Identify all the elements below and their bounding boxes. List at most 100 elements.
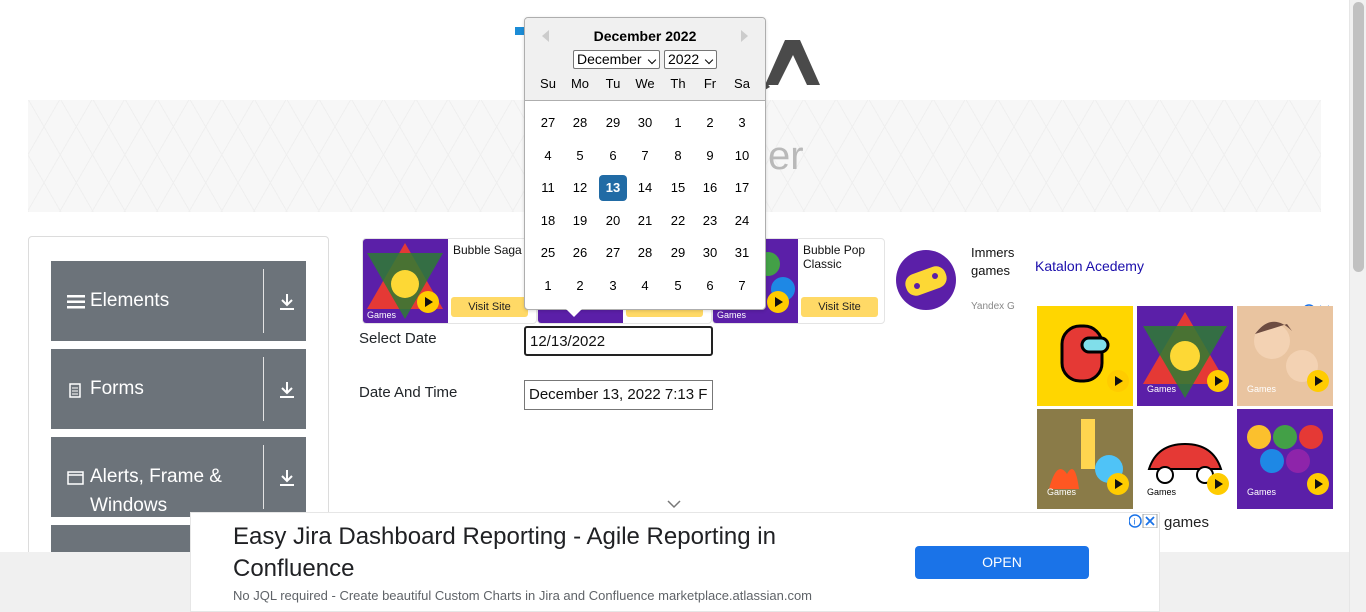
calendar-day[interactable]: 9 [696,143,724,169]
game-tile[interactable]: Games [1237,409,1333,509]
play-icon [767,291,789,313]
hamburger-icon [67,295,85,309]
calendar-day[interactable]: 2 [566,273,594,299]
nav-group-elements[interactable]: Elements [51,261,306,341]
calendar-day[interactable]: 19 [566,208,594,234]
calendar-day[interactable]: 27 [599,240,627,266]
calendar-day[interactable]: 20 [599,208,627,234]
month-select[interactable]: December [573,50,660,69]
ad-card-immersive[interactable]: Immers games Yandex G [890,238,1020,324]
year-select-value: 2022 [668,51,700,67]
calendar-day[interactable]: 10 [728,143,756,169]
ad-thumbnail: Games [363,239,448,323]
datepicker-pointer [566,309,582,317]
calendar-day[interactable]: 31 [728,240,756,266]
calendar-day[interactable]: 1 [664,110,692,136]
calendar-day[interactable]: 29 [664,240,692,266]
calendar-day[interactable]: 24 [728,208,756,234]
calendar-day[interactable]: 28 [566,110,594,136]
calendar-day[interactable]: 27 [534,110,562,136]
calendar-day[interactable]: 29 [599,110,627,136]
ad-title: Bubble Saga [453,243,522,257]
nav-group-alerts[interactable]: Alerts, Frame & Windows [51,437,306,517]
weekday-label: Tu [605,76,621,91]
datepicker-popup: December 2022 December 2022 Su Mo Tu We … [524,17,766,310]
gamepad-icon [896,250,956,310]
calendar-day[interactable]: 3 [599,273,627,299]
calendar-day[interactable]: 7 [631,143,659,169]
scrollbar-thumb[interactable] [1353,2,1364,272]
calendar-day[interactable]: 25 [534,240,562,266]
katalon-ad-link[interactable]: Katalon Acedemy [1035,258,1144,274]
nav-group-label: Forms [90,378,144,399]
open-button[interactable]: OPEN [915,546,1089,579]
games-badge: Games [1047,487,1077,497]
calendar-day[interactable]: 30 [631,110,659,136]
current-month-title: December 2022 [593,28,697,44]
nav-group-label: Windows [90,495,168,516]
game-tile[interactable]: Games [1037,409,1133,509]
ad-footer-text: games [1164,514,1210,531]
calendar-day[interactable]: 4 [534,143,562,169]
ad-headline[interactable]: Easy Jira Dashboard Reporting - Agile Re… [233,521,893,585]
calendar-day[interactable]: 6 [696,273,724,299]
calendar-day[interactable]: 7 [728,273,756,299]
calendar-day[interactable]: 26 [566,240,594,266]
visit-site-button[interactable]: Visit Site [801,297,878,317]
next-month-icon[interactable] [741,30,748,42]
games-badge: Games [1247,487,1277,497]
game-tile[interactable]: Games [1137,306,1233,406]
calendar-day[interactable]: 4 [631,273,659,299]
calendar-day[interactable]: 1 [534,273,562,299]
play-icon [1207,370,1229,392]
games-badge: Games [367,310,397,320]
calendar-day[interactable]: 2 [696,110,724,136]
download-icon [280,470,294,486]
page-scrollbar[interactable] [1349,0,1366,612]
calendar-day[interactable]: 8 [664,143,692,169]
play-icon [1107,473,1129,495]
game-tile[interactable]: Games [1137,409,1233,509]
calendar-day[interactable]: 6 [599,143,627,169]
calendar-day[interactable]: 22 [664,208,692,234]
download-icon [280,382,294,398]
calendar-day[interactable]: 5 [664,273,692,299]
calendar-day[interactable]: 18 [534,208,562,234]
calendar-day[interactable]: 3 [728,110,756,136]
ad-source: Yandex G [971,301,1015,312]
visit-site-button[interactable]: Visit Site [451,297,528,317]
calendar-day-selected[interactable]: 13 [599,175,627,201]
calendar-day[interactable]: 17 [728,175,756,201]
nav-group-label: Elements [90,290,170,311]
ad-description: No JQL required - Create beautiful Custo… [233,588,813,603]
calendar-day[interactable]: 12 [566,175,594,201]
calendar-day[interactable]: 5 [566,143,594,169]
weekday-label: Th [670,76,686,91]
weekday-label: Mo [570,76,590,91]
calendar-day[interactable]: 30 [696,240,724,266]
nav-group-forms[interactable]: Forms [51,349,306,429]
svg-text:i: i [1134,517,1136,527]
date-time-input[interactable]: December 13, 2022 7:13 F [524,380,713,410]
bottom-ad-banner[interactable]: Easy Jira Dashboard Reporting - Agile Re… [190,512,1160,612]
nav-group-label: Alerts, Frame & [90,466,222,487]
calendar-day[interactable]: 15 [664,175,692,201]
year-select[interactable]: 2022 [664,50,717,69]
game-tile[interactable]: Games [1237,306,1333,406]
calendar-day[interactable]: 16 [696,175,724,201]
weekday-label: We [635,76,655,91]
divider [263,357,264,421]
ad-card-bubble-saga[interactable]: Games Bubble Saga Visit Site [362,238,537,324]
calendar-day[interactable]: 28 [631,240,659,266]
calendar-day[interactable]: 11 [534,175,562,201]
select-date-input[interactable]: 12/13/2022 [524,326,713,356]
game-tile[interactable] [1037,306,1133,406]
calendar-day[interactable]: 21 [631,208,659,234]
adchoices-icon[interactable]: i [1129,514,1159,528]
month-select-value: December [577,51,642,67]
play-icon [1307,370,1329,392]
calendar-day[interactable]: 23 [696,208,724,234]
document-icon [69,383,81,398]
chevron-down-icon[interactable] [667,500,681,509]
calendar-day[interactable]: 14 [631,175,659,201]
